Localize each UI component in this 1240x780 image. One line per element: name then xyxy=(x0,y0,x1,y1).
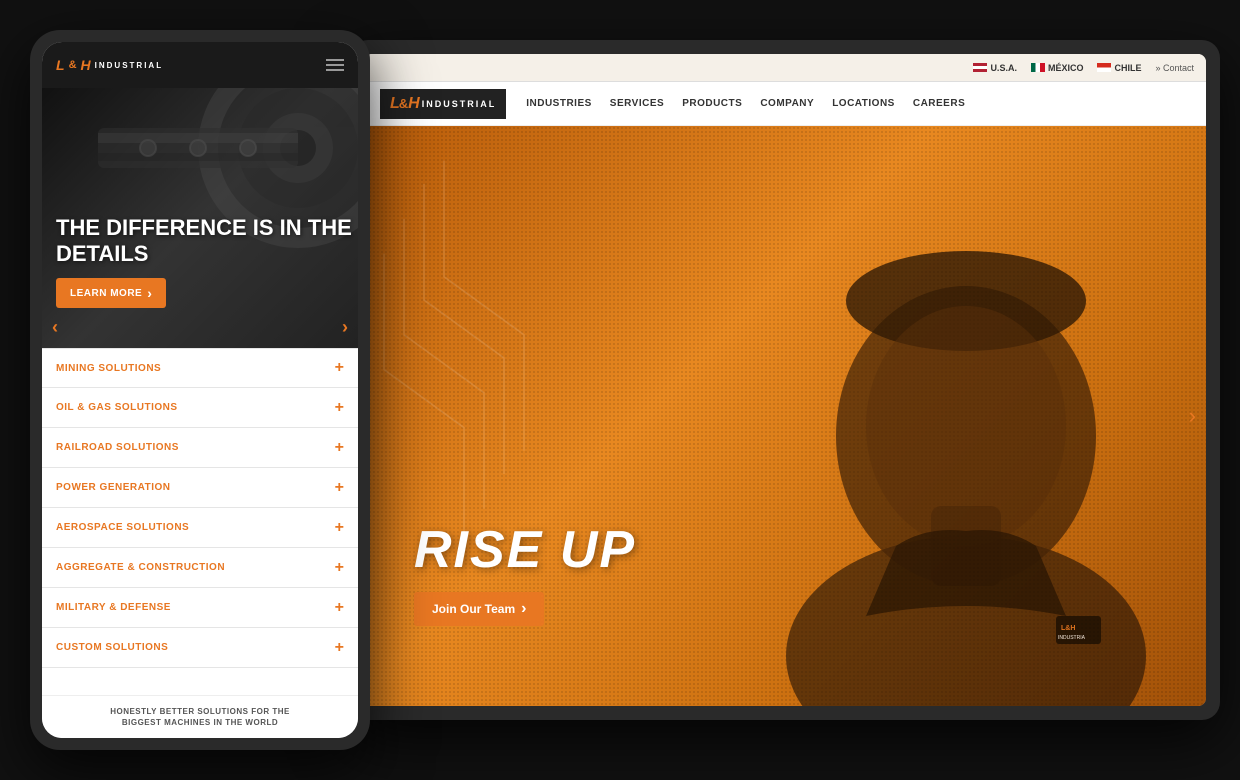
svg-text:INDUSTRIA: INDUSTRIA xyxy=(1058,635,1086,641)
mexico-label: MÉXICO xyxy=(1048,63,1084,73)
nav-careers[interactable]: CAREERS xyxy=(913,98,965,109)
phone-device: L & H INDUSTRIAL xyxy=(30,30,370,750)
plus-icon-aggregate: + xyxy=(335,559,344,577)
flag-usa[interactable]: U.S.A. xyxy=(973,63,1017,73)
hamburger-line-2 xyxy=(326,64,344,66)
phone-logo-l: L xyxy=(56,57,65,73)
plus-icon-mining: + xyxy=(335,359,344,377)
nav-locations[interactable]: LOCATIONS xyxy=(832,98,895,109)
menu-item-aggregate[interactable]: AGGREGATE & CONSTRUCTION + xyxy=(42,548,358,588)
hamburger-line-3 xyxy=(326,69,344,71)
flag-chile[interactable]: CHILE xyxy=(1097,63,1141,73)
join-team-button[interactable]: Join Our Team xyxy=(414,592,544,626)
phone-hero-content: THE DIFFERENCE IS IN THE DETAILS LEARN M… xyxy=(56,215,358,308)
menu-item-custom[interactable]: CUSTOM SOLUTIONS + xyxy=(42,628,358,668)
phone-hero-arrows: ‹ › xyxy=(42,317,358,338)
plus-icon-military: + xyxy=(335,599,344,617)
phone-menu: MINING SOLUTIONS + OIL & GAS SOLUTIONS +… xyxy=(42,348,358,695)
nav-company[interactable]: COMPANY xyxy=(760,98,814,109)
plus-icon-oilgas: + xyxy=(335,399,344,417)
plus-icon-aerospace: + xyxy=(335,519,344,537)
phone-logo[interactable]: L & H INDUSTRIAL xyxy=(56,57,163,73)
phone-logo-h: H xyxy=(81,57,91,73)
svg-text:L&H: L&H xyxy=(1061,625,1075,632)
phone-prev-arrow[interactable]: ‹ xyxy=(52,317,58,338)
contact-link[interactable]: » Contact xyxy=(1155,63,1194,73)
usa-label: U.S.A. xyxy=(990,63,1017,73)
tablet-device: U.S.A. MÉXICO CHILE » Contact L & H xyxy=(350,40,1220,720)
chile-flag-icon xyxy=(1097,63,1111,72)
chile-label: CHILE xyxy=(1114,63,1141,73)
phone-hero-title: THE DIFFERENCE IS IN THE DETAILS xyxy=(56,215,358,266)
scene: U.S.A. MÉXICO CHILE » Contact L & H xyxy=(0,0,1240,780)
logo-h-text: H xyxy=(408,95,419,113)
menu-item-power[interactable]: POWER GENERATION + xyxy=(42,468,358,508)
plus-icon-custom: + xyxy=(335,639,344,657)
phone-screen: L & H INDUSTRIAL xyxy=(42,42,358,738)
hero-headline: RISE UP xyxy=(414,524,636,576)
tablet-hero: L&H INDUSTRIA RISE UP Join Our Team › xyxy=(364,126,1206,706)
plus-icon-railroad: + xyxy=(335,439,344,457)
tablet-nav-list: INDUSTRIES SERVICES PRODUCTS COMPANY LOC… xyxy=(526,98,965,109)
tablet-screen: U.S.A. MÉXICO CHILE » Contact L & H xyxy=(364,54,1206,706)
phone-footer: HONESTLY BETTER SOLUTIONS FOR THEBIGGEST… xyxy=(42,695,358,738)
phone-nav: L & H INDUSTRIAL xyxy=(42,42,358,88)
nav-industries[interactable]: INDUSTRIES xyxy=(526,98,592,109)
logo-industrial-text: INDUSTRIAL xyxy=(422,99,497,109)
usa-flag-icon xyxy=(973,63,987,72)
mexico-flag-icon xyxy=(1031,63,1045,72)
menu-item-railroad[interactable]: RAILROAD SOLUTIONS + xyxy=(42,428,358,468)
tablet-hero-content: RISE UP Join Our Team xyxy=(414,524,636,626)
phone-logo-industrial: INDUSTRIAL xyxy=(95,61,163,70)
logo-lh-text: L xyxy=(390,95,399,113)
menu-item-mining[interactable]: MINING SOLUTIONS + xyxy=(42,348,358,388)
flag-mexico[interactable]: MÉXICO xyxy=(1031,63,1084,73)
nav-services[interactable]: SERVICES xyxy=(610,98,664,109)
phone-hero: THE DIFFERENCE IS IN THE DETAILS LEARN M… xyxy=(42,88,358,348)
plus-icon-power: + xyxy=(335,479,344,497)
phone-next-arrow[interactable]: › xyxy=(342,317,348,338)
learn-more-button[interactable]: LEARN MORE xyxy=(56,278,166,308)
phone-footer-text: HONESTLY BETTER SOLUTIONS FOR THEBIGGEST… xyxy=(52,706,348,728)
nav-products[interactable]: PRODUCTS xyxy=(682,98,742,109)
logo-amp-text: & xyxy=(399,96,408,111)
worker-image: L&H INDUSTRIA xyxy=(756,136,1176,706)
menu-item-oilgas[interactable]: OIL & GAS SOLUTIONS + xyxy=(42,388,358,428)
hamburger-line-1 xyxy=(326,59,344,61)
tablet-nav: L & H INDUSTRIAL INDUSTRIES SERVICES PRO… xyxy=(364,82,1206,126)
phone-logo-amp: & xyxy=(69,59,77,71)
hero-next-arrow[interactable]: › xyxy=(1189,403,1196,429)
menu-item-aerospace[interactable]: AEROSPACE SOLUTIONS + xyxy=(42,508,358,548)
tablet-logo[interactable]: L & H INDUSTRIAL xyxy=(380,89,506,119)
hamburger-menu[interactable] xyxy=(326,59,344,71)
tablet-topbar: U.S.A. MÉXICO CHILE » Contact xyxy=(364,54,1206,82)
menu-item-military[interactable]: MILITARY & DEFENSE + xyxy=(42,588,358,628)
